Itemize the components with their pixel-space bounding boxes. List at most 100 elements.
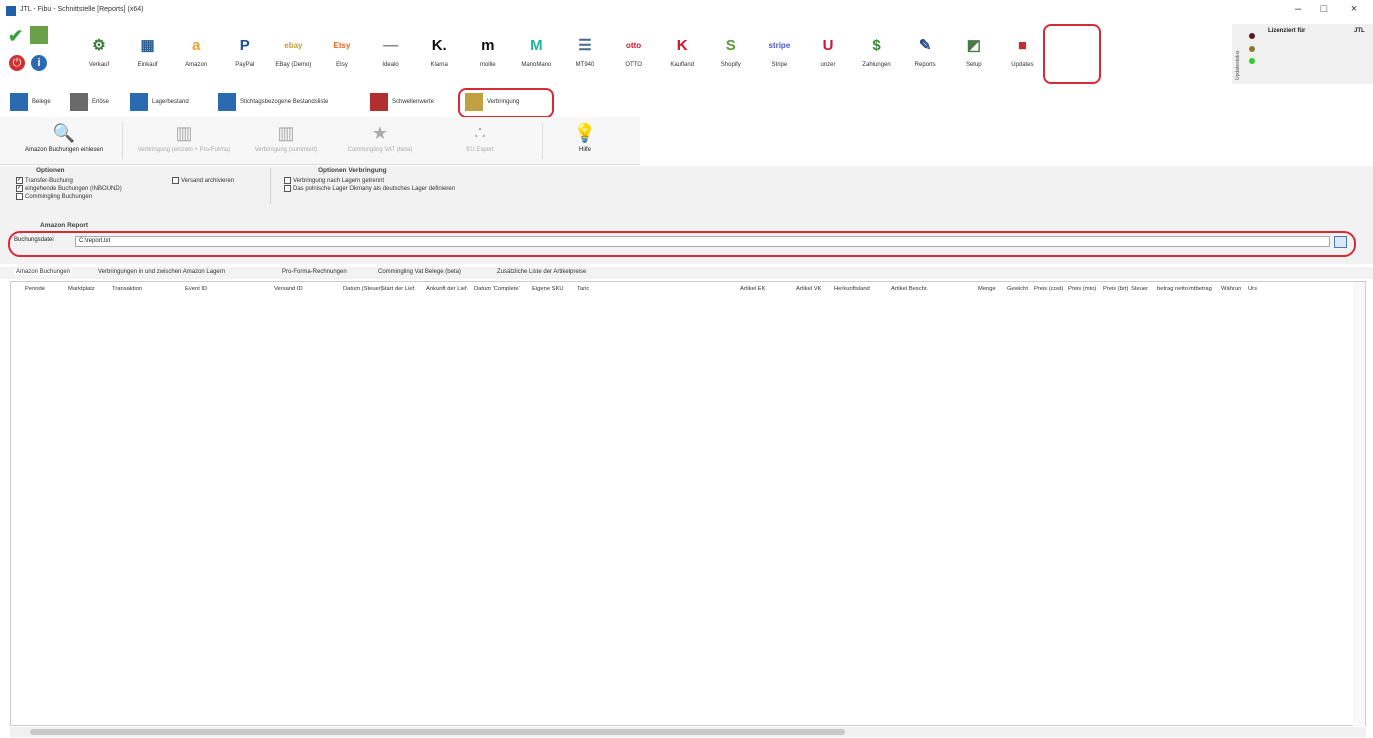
ribbon-item-setup[interactable]: ◩ Setup xyxy=(947,22,1001,82)
checkbox[interactable]: ✓ xyxy=(16,177,23,184)
minimize-button[interactable]: – xyxy=(1290,3,1306,15)
column-header[interactable]: Währun xyxy=(1221,286,1241,292)
column-header[interactable]: Marktplatz xyxy=(68,286,95,292)
column-header[interactable]: Menge xyxy=(978,286,996,292)
ribbon-item-updates[interactable]: ■ Updates xyxy=(995,22,1049,82)
column-header[interactable]: Artikel VK xyxy=(796,286,821,292)
checkbox[interactable] xyxy=(172,177,179,184)
info-icon[interactable]: i xyxy=(31,55,47,71)
mollie-icon: m xyxy=(481,36,495,54)
column-header[interactable]: Steuer xyxy=(1131,286,1148,292)
options-title: Optionen xyxy=(36,167,65,174)
calendar-picker-icon[interactable] xyxy=(1334,236,1347,248)
ribbon-item-klarna[interactable]: K. Klarna xyxy=(412,22,466,82)
ribbon-item-idealo[interactable]: — Idealo xyxy=(364,22,418,82)
option-commingling[interactable]: Commingling Buchungen xyxy=(16,193,92,200)
title-bar: JTL - Fibu - Schnittstelle [Reports] (x6… xyxy=(0,0,1373,22)
data-tab-2[interactable]: Pro-Forma-Rechnungen xyxy=(282,269,347,275)
ribbon-item-mt940[interactable]: ☰ MT940 xyxy=(558,22,612,82)
bookings-table[interactable]: Periode Marktplatz Transaktion Event ID Vers… xyxy=(10,281,1366,726)
column-header[interactable]: Preis (cost) xyxy=(1034,286,1063,292)
column-header[interactable]: Event ID xyxy=(185,286,207,292)
column-header[interactable]: Herkunftsland xyxy=(834,286,870,292)
ribbon-item-label: EBay (Demo) xyxy=(275,62,312,68)
ribbon-item-mollie[interactable]: m mollie xyxy=(461,22,515,82)
check-icon[interactable]: ✔ xyxy=(8,26,26,46)
column-header[interactable]: Gewicht xyxy=(1007,286,1028,292)
ribbon-item-einkauf[interactable]: ▦ Einkauf xyxy=(121,22,175,82)
column-header[interactable]: mtbetrag xyxy=(1189,286,1212,292)
toolbar-transfer-single-button[interactable]: ▥ Verbringung (einzeln + Pro-Forma) xyxy=(126,117,242,165)
tab-belege[interactable]: Belege xyxy=(10,92,51,112)
checkbox[interactable] xyxy=(284,185,291,192)
checkbox[interactable] xyxy=(16,193,23,200)
vertical-scrollbar[interactable] xyxy=(1353,282,1365,726)
column-header[interactable]: Artikel Beschr. xyxy=(891,286,928,292)
tab-erl-se[interactable]: Erlöse xyxy=(70,92,109,112)
toolbar-import-button[interactable]: 🔍 Amazon Buchungen einlesen xyxy=(6,117,122,165)
ribbon-item-otto[interactable]: otto OTTO xyxy=(607,22,661,82)
ribbon-item-label: Amazon xyxy=(185,62,208,68)
column-header[interactable]: Urs xyxy=(1248,286,1257,292)
column-header[interactable]: Datum 'Complete' xyxy=(474,286,520,292)
data-tab-0[interactable]: Amazon Buchungen xyxy=(14,269,73,275)
column-header[interactable]: Periode xyxy=(25,286,45,292)
ribbon-item-kaufland[interactable]: K Kaufland xyxy=(655,22,709,82)
option-archive-shipping[interactable]: Versand archivieren xyxy=(172,177,234,184)
power-icon[interactable]: ⏻ xyxy=(9,55,25,71)
window-title: JTL - Fibu - Schnittstelle [Reports] (x6… xyxy=(20,6,144,13)
ribbon-item-label: Etsy xyxy=(336,62,348,68)
column-header[interactable]: Ankunft der Lief. xyxy=(426,286,468,292)
checkbox[interactable]: ✓ xyxy=(16,185,23,192)
data-tab-1[interactable]: Verbringungen in und zwischen Amazon Lag… xyxy=(98,269,225,275)
toolbar-help-bulb-button[interactable]: 💡 Hilfe xyxy=(560,117,610,165)
tab-stichtagsbezogene-bestandsliste[interactable]: Stichtagsbezogene Bestandsliste xyxy=(218,92,328,112)
column-header[interactable]: Preis (mto) xyxy=(1068,286,1096,292)
toolbar-eu-export-button[interactable]: ∴ EU Export xyxy=(460,117,500,165)
data-tab-bar: Amazon Buchungen Verbringungen in und zwi… xyxy=(0,267,1373,279)
scroll-thumb[interactable] xyxy=(30,729,845,735)
option-transfer-booking[interactable]: ✓ Transfer-Buchung xyxy=(16,177,73,184)
column-header[interactable]: Start der Lief. xyxy=(381,286,416,292)
idealo-icon: — xyxy=(383,36,399,54)
column-header[interactable]: Eigene SKU xyxy=(532,286,564,292)
tab-lagerbestand[interactable]: Lagerbestand xyxy=(130,92,189,112)
option-inbound[interactable]: ✓ eingehende Buchungen (INBOUND) xyxy=(16,185,122,192)
data-tab-4[interactable]: Zusätzliche Liste der Artikelpreise xyxy=(497,269,586,275)
column-header[interactable]: betrag netto xyxy=(1157,286,1188,292)
ribbon-item-shopify[interactable]: S Shopify xyxy=(704,22,758,82)
ribbon-item-ebay-demo-[interactable]: ebay EBay (Demo) xyxy=(266,22,320,82)
filter-icon[interactable] xyxy=(30,26,48,44)
ribbon-item-amazon[interactable]: a Amazon xyxy=(169,22,223,82)
toolbar-separator xyxy=(122,123,123,159)
option-separate-warehouses[interactable]: Verbringung nach Lagern getrennt xyxy=(284,177,384,184)
mt940-icon: ☰ xyxy=(578,37,592,54)
ribbon-item-paypal[interactable]: P PayPal xyxy=(218,22,272,82)
toolbar-transfer-sum-button[interactable]: ▥ Verbringung (summiert) xyxy=(246,117,326,165)
column-header[interactable]: Taric xyxy=(577,286,589,292)
horizontal-scrollbar[interactable] xyxy=(10,727,1366,737)
column-header[interactable]: Versand ID xyxy=(274,286,303,292)
close-button[interactable]: × xyxy=(1346,3,1362,15)
ribbon-item-stripe[interactable]: stripe Stripe xyxy=(752,22,806,82)
checkbox[interactable] xyxy=(284,177,291,184)
ribbon-item-etsy[interactable]: Etsy Etsy xyxy=(315,22,369,82)
toolbar-star-button[interactable]: ★ Commingling VAT (beta) xyxy=(330,117,430,165)
column-header[interactable]: Datum (Steuer) xyxy=(343,286,383,292)
booking-file-input[interactable]: C:\report.txt xyxy=(75,236,1330,247)
maximize-button[interactable]: □ xyxy=(1316,3,1332,15)
ribbon-item-reports[interactable]: ✎ Reports xyxy=(898,22,952,82)
option-polish-warehouse[interactable]: Das polnische Lager Okmany als deutsches… xyxy=(284,185,455,192)
column-header[interactable]: Transaktion xyxy=(112,286,142,292)
ribbon-item-manomano[interactable]: M ManoMano xyxy=(509,22,563,82)
tab-label: Stichtagsbezogene Bestandsliste xyxy=(240,99,329,105)
column-header[interactable]: Artikel EK xyxy=(740,286,765,292)
tab-schwellenwerte[interactable]: Schwellenwerte xyxy=(370,92,434,112)
ribbon-item-verkauf[interactable]: ⚙ Verkauf xyxy=(72,22,126,82)
report-title: Amazon Report xyxy=(40,222,89,229)
data-tab-3[interactable]: Commingling Vat Belege (beta) xyxy=(378,269,461,275)
options-panel: Optionen ✓ Transfer-Buchung ✓ eingehende B… xyxy=(0,166,1373,222)
column-header[interactable]: Preis (brt) xyxy=(1103,286,1128,292)
ribbon-item-unzer[interactable]: Uunzer xyxy=(801,22,855,82)
ribbon-item-zahlungen[interactable]: $ Zahlungen xyxy=(850,22,904,82)
